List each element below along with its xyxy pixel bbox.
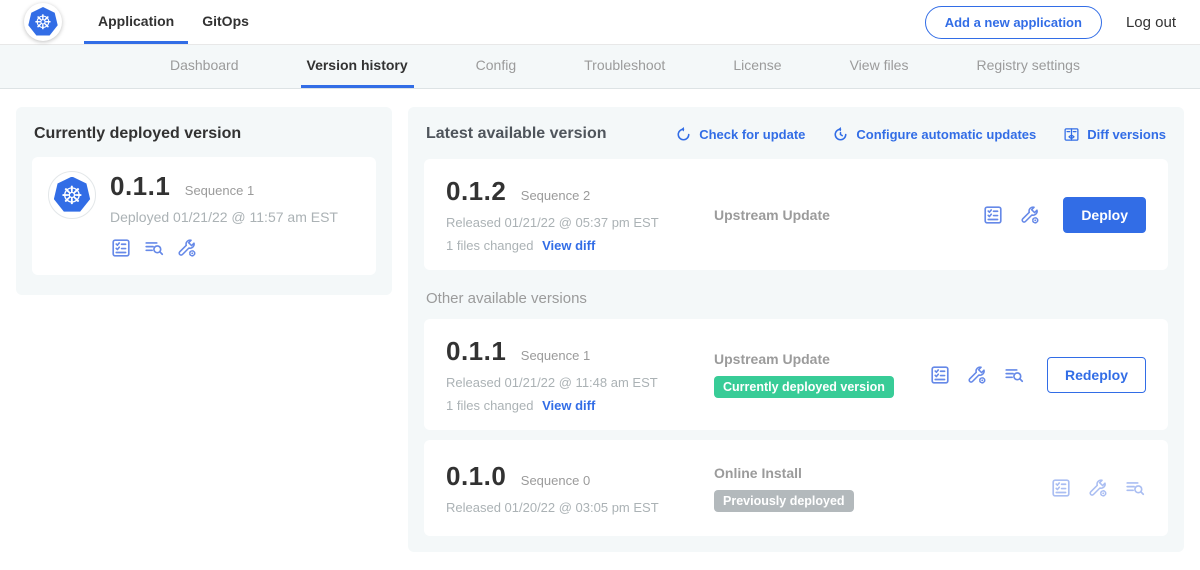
files-changed-label: 1 files changed <box>446 238 533 253</box>
sequence-label: Sequence 0 <box>521 473 590 488</box>
app-subnav: Dashboard Version history Config Trouble… <box>0 45 1200 89</box>
released-timestamp: Released 01/20/22 @ 03:05 pm EST <box>446 500 694 515</box>
diff-versions-link[interactable]: Diff versions <box>1063 126 1166 143</box>
subnav-tab-troubleshoot[interactable]: Troubleshoot <box>578 45 671 88</box>
diff-versions-label: Diff versions <box>1087 127 1166 142</box>
kubernetes-logo: ☸ <box>24 3 62 41</box>
refresh-icon <box>675 126 692 143</box>
files-changed: 1 files changed View diff <box>446 398 694 413</box>
version-info: 0.1.0 Sequence 0 Released 01/20/22 @ 03:… <box>446 461 694 515</box>
view-diff-link[interactable]: View diff <box>542 238 595 253</box>
deployed-sequence-label: Sequence 1 <box>185 183 254 198</box>
version-number: 0.1.0 <box>446 461 506 491</box>
released-timestamp: Released 01/21/22 @ 05:37 pm EST <box>446 215 694 230</box>
deployed-version-info: 0.1.1 Sequence 1 Deployed 01/21/22 @ 11:… <box>110 171 338 259</box>
config-icon[interactable] <box>966 364 988 386</box>
preflight-checks-icon[interactable] <box>110 237 132 259</box>
subnav-tab-registry-settings[interactable]: Registry settings <box>970 45 1085 88</box>
schedule-update-icon <box>832 126 849 143</box>
configure-automatic-updates-label: Configure automatic updates <box>856 127 1036 142</box>
sequence-label: Sequence 1 <box>521 348 590 363</box>
currently-deployed-badge: Currently deployed version <box>714 376 894 398</box>
version-source: Upstream Update <box>714 351 929 367</box>
version-row-0-1-0: 0.1.0 Sequence 0 Released 01/20/22 @ 03:… <box>424 440 1168 536</box>
available-versions-panel: Latest available version Check for updat… <box>408 107 1184 552</box>
version-row-0-1-2: 0.1.2 Sequence 2 Released 01/21/22 @ 05:… <box>424 159 1168 270</box>
files-changed-label: 1 files changed <box>446 398 533 413</box>
diff-icon <box>1063 126 1080 143</box>
sequence-label: Sequence 2 <box>521 188 590 203</box>
version-status: Upstream Update Currently deployed versi… <box>694 351 929 398</box>
version-actions: Deploy <box>982 197 1146 233</box>
app-avatar: ☸ <box>48 171 96 219</box>
version-row-0-1-1: 0.1.1 Sequence 1 Released 01/21/22 @ 11:… <box>424 319 1168 430</box>
subnav-tab-view-files[interactable]: View files <box>844 45 915 88</box>
version-actions: Check for update Configure automatic upd… <box>675 126 1166 143</box>
config-icon[interactable] <box>1019 204 1041 226</box>
configure-automatic-updates-link[interactable]: Configure automatic updates <box>832 126 1036 143</box>
deploy-logs-icon[interactable] <box>1124 477 1146 499</box>
other-available-versions-title: Other available versions <box>426 290 1166 307</box>
kubernetes-wheel-icon: ☸ <box>28 7 58 37</box>
currently-deployed-card: ☸ 0.1.1 Sequence 1 Deployed 01/21/22 @ 1… <box>32 157 376 275</box>
version-actions: Redeploy <box>929 357 1146 393</box>
tab-gitops[interactable]: GitOps <box>188 0 263 44</box>
deployed-action-icons <box>110 237 338 259</box>
previously-deployed-badge: Previously deployed <box>714 490 854 512</box>
logout-button[interactable]: Log out <box>1126 14 1176 31</box>
subnav-tab-config[interactable]: Config <box>470 45 522 88</box>
redeploy-button[interactable]: Redeploy <box>1047 357 1146 393</box>
version-source: Online Install <box>714 465 1050 481</box>
files-changed: 1 files changed View diff <box>446 238 694 253</box>
version-info: 0.1.2 Sequence 2 Released 01/21/22 @ 05:… <box>446 176 694 253</box>
subnav-tab-license[interactable]: License <box>727 45 787 88</box>
preflight-checks-icon[interactable] <box>982 204 1004 226</box>
latest-available-title: Latest available version <box>426 125 607 143</box>
version-status: Upstream Update <box>694 207 982 223</box>
check-for-update-link[interactable]: Check for update <box>675 126 805 143</box>
kubernetes-wheel-icon: ☸ <box>54 177 91 214</box>
header-tabs: Application GitOps <box>84 0 263 44</box>
version-number: 0.1.2 <box>446 176 506 206</box>
available-versions-header: Latest available version Check for updat… <box>426 125 1166 143</box>
version-actions <box>1050 477 1146 499</box>
deployed-version-number: 0.1.1 <box>110 171 170 201</box>
deploy-logs-icon[interactable] <box>1003 364 1025 386</box>
deployed-timestamp: Deployed 01/21/22 @ 11:57 am EST <box>110 209 338 225</box>
config-icon[interactable] <box>176 237 198 259</box>
main-content: Currently deployed version ☸ 0.1.1 Seque… <box>0 89 1200 570</box>
subnav-tab-dashboard[interactable]: Dashboard <box>164 45 245 88</box>
config-icon[interactable] <box>1087 477 1109 499</box>
header-right: Add a new application Log out <box>925 0 1176 44</box>
version-source: Upstream Update <box>714 207 982 223</box>
deploy-button[interactable]: Deploy <box>1063 197 1146 233</box>
preflight-checks-icon[interactable] <box>929 364 951 386</box>
currently-deployed-panel: Currently deployed version ☸ 0.1.1 Seque… <box>16 107 392 295</box>
version-number: 0.1.1 <box>446 336 506 366</box>
deploy-logs-icon[interactable] <box>143 237 165 259</box>
view-diff-link[interactable]: View diff <box>542 398 595 413</box>
currently-deployed-title: Currently deployed version <box>34 125 374 143</box>
released-timestamp: Released 01/21/22 @ 11:48 am EST <box>446 375 694 390</box>
app-header: ☸ Application GitOps Add a new applicati… <box>0 0 1200 45</box>
version-info: 0.1.1 Sequence 1 Released 01/21/22 @ 11:… <box>446 336 694 413</box>
version-status: Online Install Previously deployed <box>694 465 1050 512</box>
tab-application[interactable]: Application <box>84 0 188 44</box>
preflight-checks-icon[interactable] <box>1050 477 1072 499</box>
add-application-button[interactable]: Add a new application <box>925 6 1102 39</box>
check-for-update-label: Check for update <box>699 127 805 142</box>
subnav-tab-version-history[interactable]: Version history <box>301 45 414 88</box>
